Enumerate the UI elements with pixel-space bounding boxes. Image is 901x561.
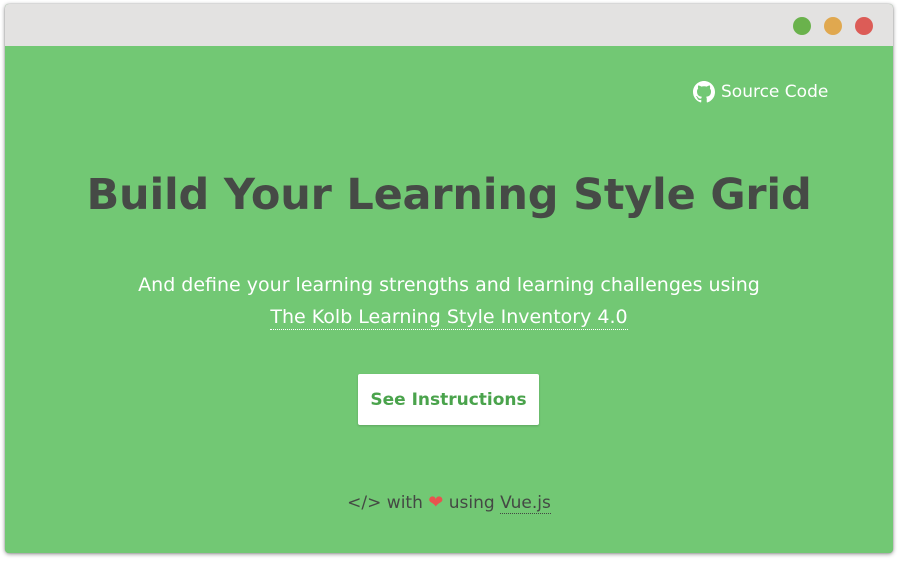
page-content: Source Code Build Your Learning Style Gr…: [5, 46, 893, 553]
minimize-button[interactable]: [824, 17, 842, 35]
source-code-label: Source Code: [721, 82, 829, 102]
page-subtitle: And define your learning strengths and l…: [5, 269, 893, 333]
page-title: Build Your Learning Style Grid: [86, 170, 812, 220]
source-code-link[interactable]: Source Code: [693, 79, 828, 105]
see-instructions-button[interactable]: See Instructions: [358, 374, 539, 425]
footer-using-text: using: [448, 493, 495, 513]
subtitle-text: And define your learning strengths and l…: [138, 274, 760, 296]
maximize-button[interactable]: [793, 17, 811, 35]
window-titlebar: [5, 4, 893, 46]
footer-credit: </> with ❤ using Vue.js: [5, 490, 893, 516]
kolb-inventory-link[interactable]: The Kolb Learning Style Inventory 4.0: [270, 306, 628, 330]
close-button[interactable]: [855, 17, 873, 35]
vuejs-link[interactable]: Vue.js: [500, 493, 551, 514]
heart-icon: ❤: [428, 492, 444, 513]
browser-window: Source Code Build Your Learning Style Gr…: [5, 4, 893, 553]
code-icon: </>: [347, 493, 382, 513]
footer-with-text: with: [386, 493, 423, 513]
github-icon: [693, 81, 715, 103]
